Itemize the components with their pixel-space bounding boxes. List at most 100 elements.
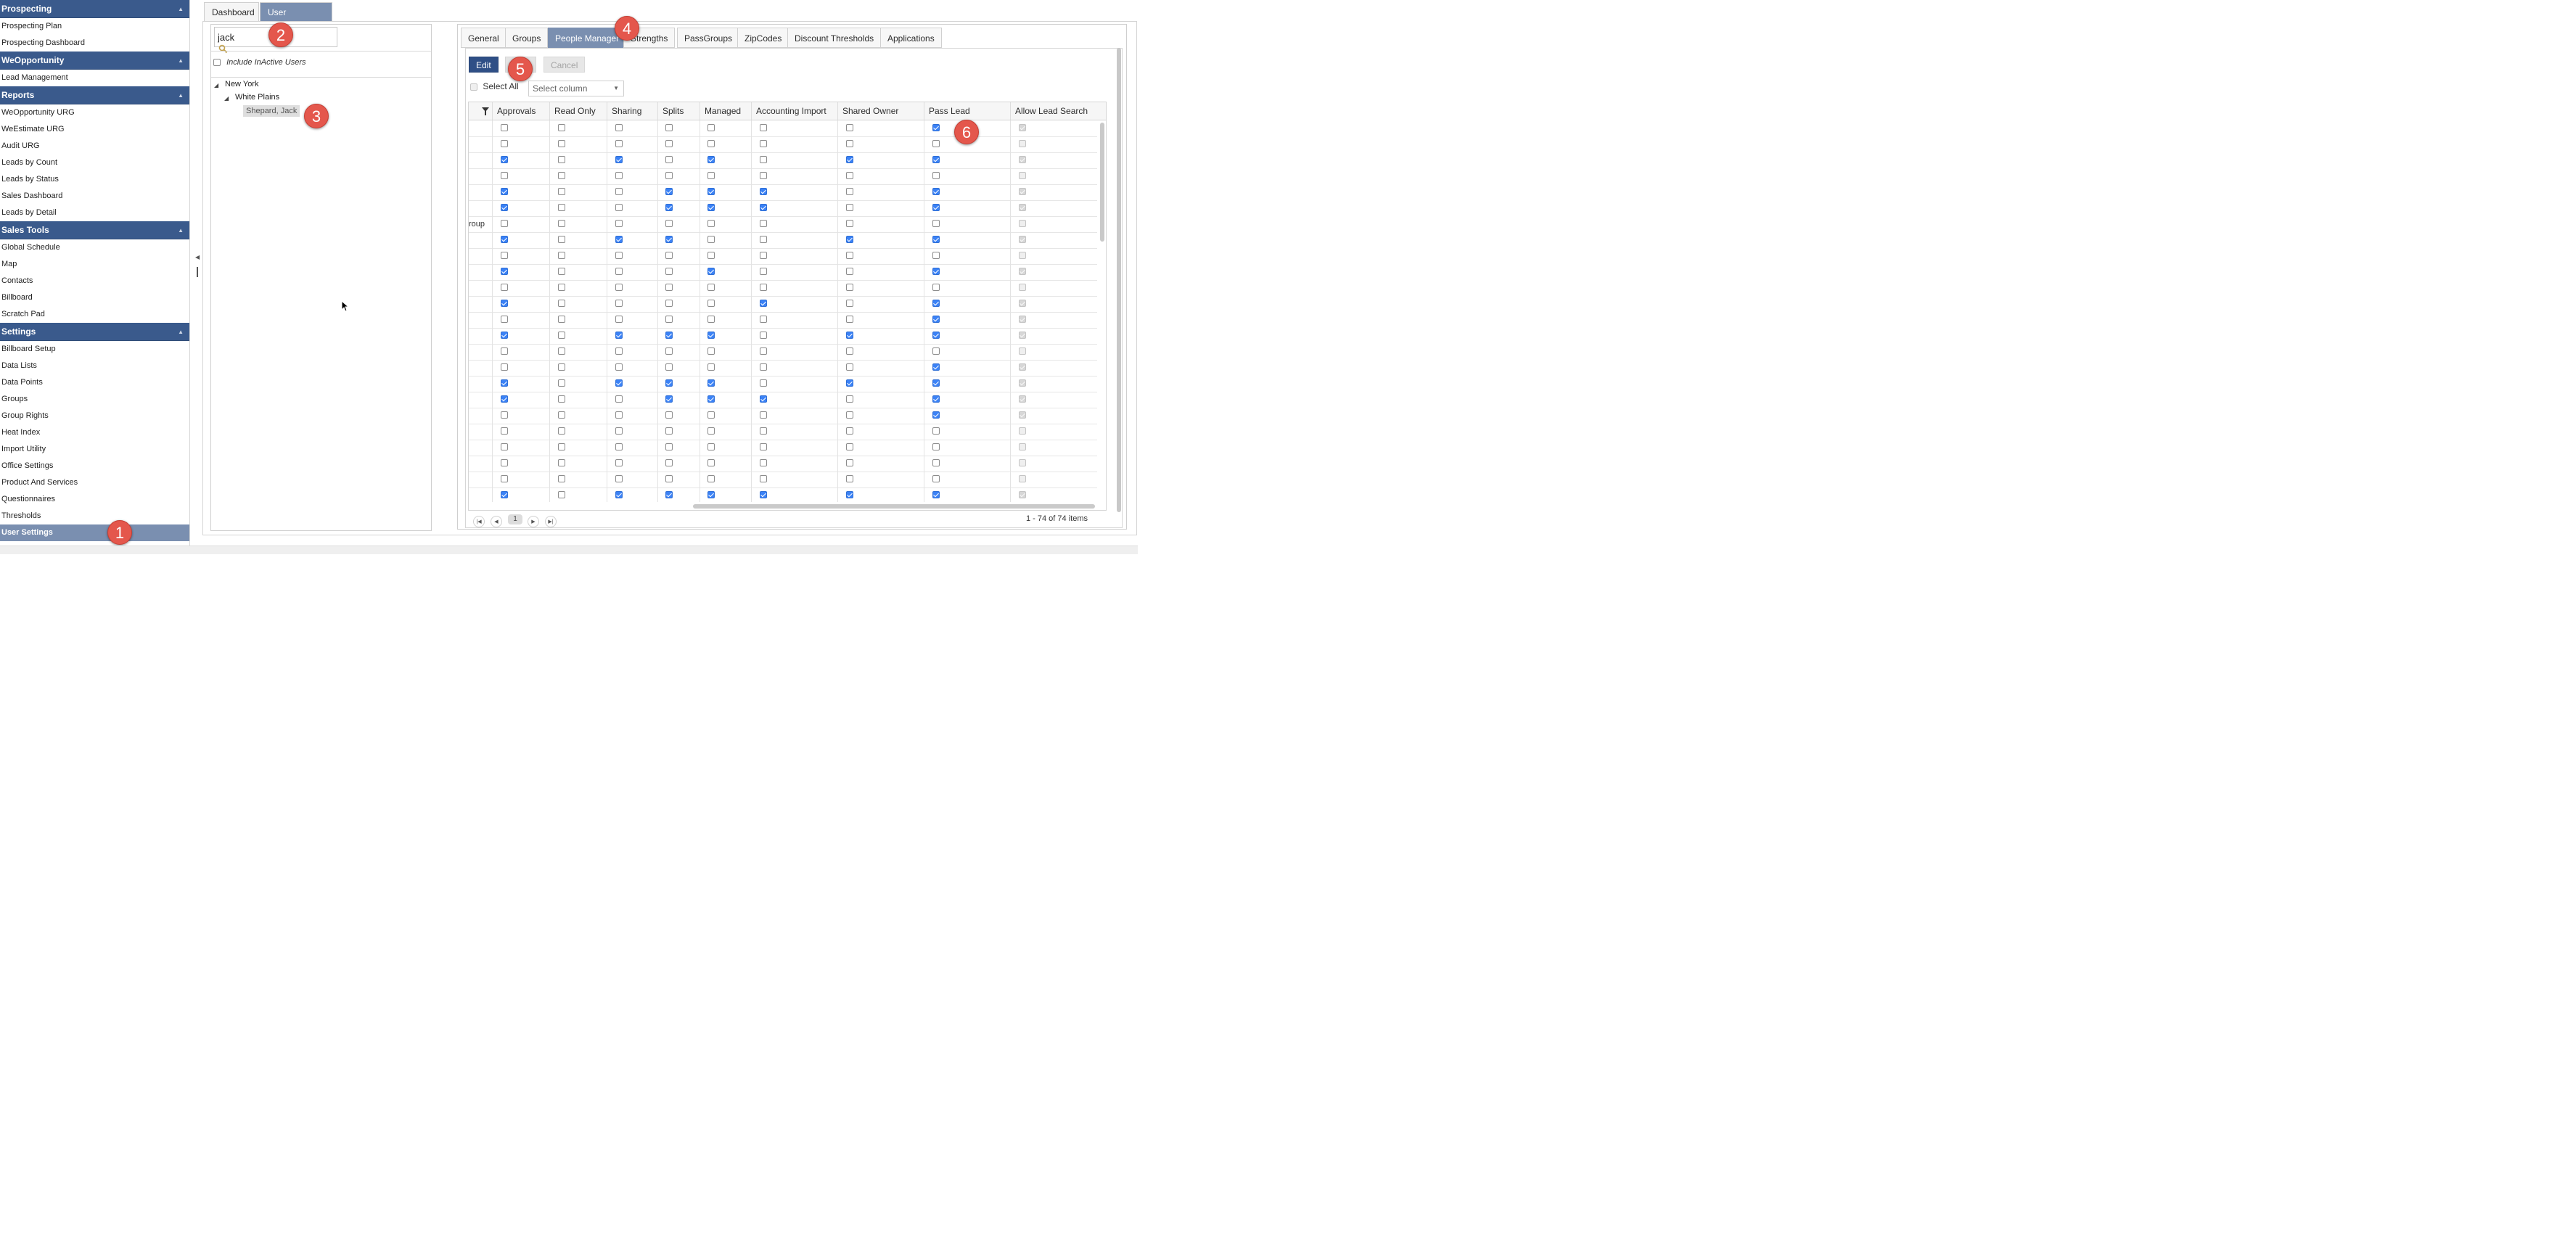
sidebar-item-prospecting-plan[interactable]: Prospecting Plan — [0, 18, 189, 35]
sidebar-item-data-points[interactable]: Data Points — [0, 374, 189, 391]
checkbox-managed[interactable] — [707, 140, 715, 147]
checkbox-pass-lead[interactable] — [932, 124, 940, 131]
checkbox-sharing[interactable] — [615, 347, 623, 355]
checkbox-pass-lead[interactable] — [932, 188, 940, 195]
column-header-allow-lead-search[interactable]: Allow Lead Search — [1010, 102, 1097, 120]
sidebar-item-billboard-setup[interactable]: Billboard Setup — [0, 341, 189, 358]
checkbox-read-only[interactable] — [558, 236, 565, 243]
checkbox-sharing[interactable] — [615, 188, 623, 195]
checkbox-managed[interactable] — [707, 443, 715, 450]
checkbox-read-only[interactable] — [558, 475, 565, 482]
checkbox-shared-owner[interactable] — [846, 284, 853, 291]
last-page-button[interactable]: ▶| — [545, 516, 557, 527]
checkbox-read-only[interactable] — [558, 156, 565, 163]
checkbox-approvals[interactable] — [501, 172, 508, 179]
checkbox-pass-lead[interactable] — [932, 284, 940, 291]
checkbox-allow-lead-search[interactable] — [1019, 395, 1026, 403]
checkbox-sharing[interactable] — [615, 411, 623, 419]
checkbox-pass-lead[interactable] — [932, 363, 940, 371]
checkbox-accounting-import[interactable] — [760, 316, 767, 323]
checkbox-allow-lead-search[interactable] — [1019, 332, 1026, 339]
checkbox-shared-owner[interactable] — [846, 475, 853, 482]
expand-arrow-icon[interactable]: ◢ — [224, 95, 229, 102]
checkbox-splits[interactable] — [665, 124, 673, 131]
tab-discount-thresholds[interactable]: Discount Thresholds — [787, 28, 882, 48]
checkbox-allow-lead-search[interactable] — [1019, 411, 1026, 419]
checkbox-pass-lead[interactable] — [932, 475, 940, 482]
checkbox-sharing[interactable] — [615, 172, 623, 179]
checkbox-allow-lead-search[interactable] — [1019, 124, 1026, 131]
sidebar-item-import-utility[interactable]: Import Utility — [0, 441, 189, 458]
checkbox-accounting-import[interactable] — [760, 379, 767, 387]
collapse-section-icon[interactable]: ▲ — [178, 0, 184, 18]
checkbox-read-only[interactable] — [558, 220, 565, 227]
checkbox-pass-lead[interactable] — [932, 411, 940, 419]
checkbox-accounting-import[interactable] — [760, 411, 767, 419]
outer-scrollbar-thumb[interactable] — [1117, 48, 1121, 512]
checkbox-accounting-import[interactable] — [760, 300, 767, 307]
checkbox-splits[interactable] — [665, 220, 673, 227]
checkbox-read-only[interactable] — [558, 332, 565, 339]
checkbox-managed[interactable] — [707, 475, 715, 482]
collapse-section-icon[interactable]: ▲ — [178, 52, 184, 70]
checkbox-accounting-import[interactable] — [760, 347, 767, 355]
checkbox-shared-owner[interactable] — [846, 411, 853, 419]
checkbox-managed[interactable] — [707, 204, 715, 211]
checkbox-allow-lead-search[interactable] — [1019, 204, 1026, 211]
checkbox-allow-lead-search[interactable] — [1019, 443, 1026, 450]
checkbox-approvals[interactable] — [501, 124, 508, 131]
checkbox-sharing[interactable] — [615, 332, 623, 339]
checkbox-shared-owner[interactable] — [846, 459, 853, 466]
prev-page-button[interactable]: ◀ — [491, 516, 502, 527]
checkbox-sharing[interactable] — [615, 236, 623, 243]
checkbox-read-only[interactable] — [558, 204, 565, 211]
checkbox-splits[interactable] — [665, 411, 673, 419]
checkbox-splits[interactable] — [665, 491, 673, 498]
sidebar-item-scratch-pad[interactable]: Scratch Pad — [0, 306, 189, 323]
checkbox-allow-lead-search[interactable] — [1019, 172, 1026, 179]
checkbox-allow-lead-search[interactable] — [1019, 427, 1026, 435]
sidebar-section-weopportunity[interactable]: WeOpportunity ▲ — [0, 52, 189, 70]
checkbox-splits[interactable] — [665, 395, 673, 403]
checkbox-shared-owner[interactable] — [846, 124, 853, 131]
checkbox-shared-owner[interactable] — [846, 427, 853, 435]
checkbox-accounting-import[interactable] — [760, 475, 767, 482]
checkbox-pass-lead[interactable] — [932, 236, 940, 243]
sidebar-item-groups[interactable]: Groups — [0, 391, 189, 408]
checkbox-allow-lead-search[interactable] — [1019, 284, 1026, 291]
sidebar-item-global-schedule[interactable]: Global Schedule — [0, 239, 189, 256]
column-header-approvals[interactable]: Approvals — [492, 102, 549, 120]
checkbox-sharing[interactable] — [615, 300, 623, 307]
checkbox-read-only[interactable] — [558, 395, 565, 403]
checkbox-read-only[interactable] — [558, 284, 565, 291]
sidebar-item-heat-index[interactable]: Heat Index — [0, 424, 189, 441]
checkbox-accounting-import[interactable] — [760, 363, 767, 371]
checkbox-sharing[interactable] — [615, 204, 623, 211]
sidebar-item-lead-management[interactable]: Lead Management — [0, 70, 189, 86]
checkbox-sharing[interactable] — [615, 316, 623, 323]
checkbox-managed[interactable] — [707, 363, 715, 371]
sidebar-item-questionnaires[interactable]: Questionnaires — [0, 491, 189, 508]
checkbox-shared-owner[interactable] — [846, 347, 853, 355]
checkbox-splits[interactable] — [665, 204, 673, 211]
checkbox-splits[interactable] — [665, 427, 673, 435]
checkbox-managed[interactable] — [707, 172, 715, 179]
checkbox-approvals[interactable] — [501, 220, 508, 227]
checkbox-pass-lead[interactable] — [932, 140, 940, 147]
checkbox-allow-lead-search[interactable] — [1019, 363, 1026, 371]
checkbox-shared-owner[interactable] — [846, 443, 853, 450]
tab-passgroups[interactable]: PassGroups — [677, 28, 740, 48]
checkbox-pass-lead[interactable] — [932, 332, 940, 339]
tab-dashboard[interactable]: Dashboard — [204, 2, 259, 21]
splitter-handle[interactable] — [197, 267, 198, 277]
checkbox-splits[interactable] — [665, 475, 673, 482]
checkbox-splits[interactable] — [665, 316, 673, 323]
grid-vertical-scrollbar-thumb[interactable] — [1100, 123, 1104, 242]
checkbox-approvals[interactable] — [501, 347, 508, 355]
checkbox-splits[interactable] — [665, 188, 673, 195]
checkbox-sharing[interactable] — [615, 459, 623, 466]
checkbox-pass-lead[interactable] — [932, 268, 940, 275]
checkbox-splits[interactable] — [665, 347, 673, 355]
edit-button[interactable]: Edit — [469, 57, 499, 73]
checkbox-shared-owner[interactable] — [846, 363, 853, 371]
